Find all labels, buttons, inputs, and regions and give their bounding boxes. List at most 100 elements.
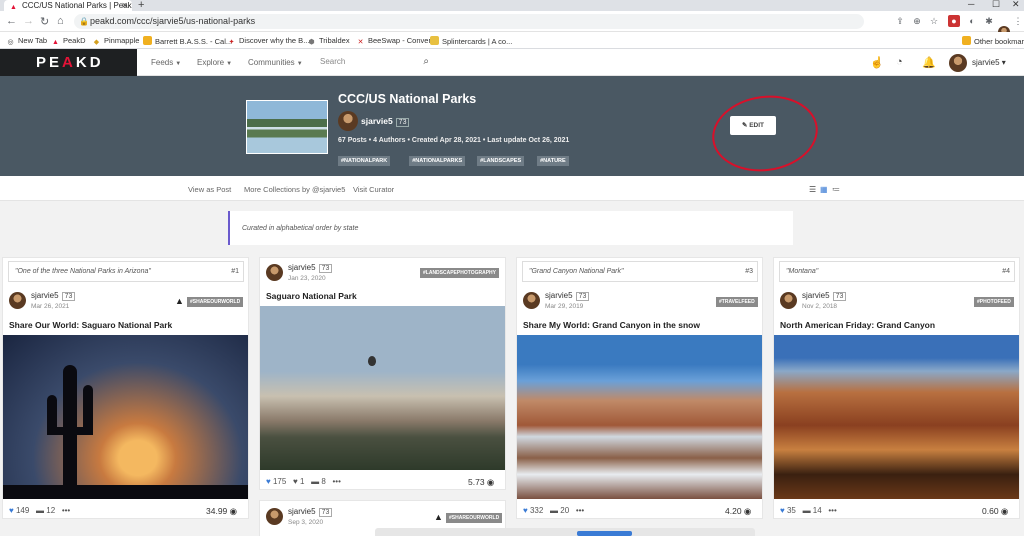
- heart-icon[interactable]: ♥: [9, 506, 14, 515]
- bookmarks-bar: ◎ New Tab ▲ PeakD ◆ Pinmapple Barrett B.A.S…: [0, 32, 1024, 49]
- heart-icon[interactable]: ♥: [266, 477, 271, 486]
- card-image[interactable]: [517, 335, 762, 499]
- card-tag[interactable]: #PHOTOFEED: [974, 297, 1014, 307]
- post-card-2[interactable]: sjarvie5 73 Jan 23, 2020 #LANDSCAPEPHOTOG…: [259, 257, 506, 490]
- card-author-avatar[interactable]: [9, 292, 26, 309]
- post-card-4[interactable]: "Montana" #4 sjarvie5 73 Nov 2, 2018 #PHOT…: [773, 257, 1020, 519]
- more-icon[interactable]: •••: [62, 506, 70, 515]
- bell-icon[interactable]: 🔔: [922, 56, 936, 69]
- card-stats: ♥ 332 ▬ 20 •••: [523, 506, 585, 515]
- nav-explore[interactable]: Explore ▼: [197, 58, 232, 67]
- card-date: Mar 26, 2021: [31, 303, 70, 310]
- card-tag[interactable]: #TRAVELFEED: [716, 297, 758, 307]
- maximize-icon[interactable]: ☐: [992, 0, 1000, 10]
- pointer-hand-icon: ☝: [870, 57, 884, 69]
- card-date: Jan 23, 2020: [288, 275, 326, 282]
- reload-icon[interactable]: ↻: [40, 15, 49, 28]
- tag-nationalpark[interactable]: #NATIONALPARK: [338, 156, 391, 166]
- comment-icon[interactable]: ▬: [36, 506, 44, 515]
- card-stats: ♥ 175 ♥ 1 ▬ 8 •••: [266, 477, 341, 486]
- bookmark-peakd[interactable]: ▲ PeakD: [51, 36, 85, 47]
- bookmark-splintercards[interactable]: Splintercards | A co...: [430, 36, 512, 46]
- close-window-icon[interactable]: ✕: [1012, 0, 1020, 10]
- pagination-indicator[interactable]: [577, 531, 632, 536]
- card-author[interactable]: sjarvie5 73: [288, 507, 333, 517]
- new-tab-button[interactable]: +: [138, 0, 144, 11]
- card-author-avatar[interactable]: [266, 508, 283, 525]
- more-icon[interactable]: •••: [576, 506, 584, 515]
- card-title[interactable]: Share Our World: Saguaro National Park: [9, 320, 172, 330]
- comment-icon[interactable]: ▬: [311, 477, 319, 486]
- comment-icon[interactable]: ▬: [550, 506, 558, 515]
- close-tab-icon[interactable]: ✕: [121, 0, 128, 11]
- heart-icon[interactable]: ♥: [780, 506, 785, 515]
- bookmark-discover[interactable]: ✦ Discover why the B...: [227, 36, 310, 47]
- card-image[interactable]: [3, 335, 248, 499]
- post-card-3[interactable]: "Grand Canyon National Park" #3 sjarvie5 7…: [516, 257, 763, 519]
- tag-nature[interactable]: #NATURE: [537, 156, 569, 166]
- view-as-post-link[interactable]: View as Post: [188, 185, 231, 194]
- minimize-icon[interactable]: ─: [968, 0, 974, 9]
- bookmark-barrett[interactable]: Barrett B.A.S.S. - Cal...: [143, 36, 232, 46]
- visit-curator-link[interactable]: Visit Curator: [353, 185, 394, 194]
- zoom-icon[interactable]: ⊕: [911, 15, 923, 27]
- search-input[interactable]: Search ⌕: [316, 52, 431, 72]
- menu-icon[interactable]: ⋮: [1012, 15, 1024, 27]
- grid-view-icon[interactable]: ▦: [820, 185, 828, 194]
- puzzle-icon[interactable]: ✱: [983, 15, 995, 27]
- chat-icon[interactable]: ◔: [896, 56, 903, 68]
- header-username[interactable]: sjarvie5 ▾: [972, 58, 1006, 67]
- comment-icon[interactable]: ▬: [803, 506, 811, 515]
- card-author-avatar[interactable]: [523, 292, 540, 309]
- search-icon[interactable]: ⌕: [423, 52, 429, 72]
- browser-tab-title: CCC/US National Parks | PeakD: [22, 1, 132, 10]
- nav-communities[interactable]: Communities ▼: [248, 58, 303, 67]
- card-title[interactable]: Share My World: Grand Canyon in the snow: [523, 320, 700, 330]
- heart-icon[interactable]: ♥: [523, 506, 528, 515]
- nav-feeds[interactable]: Feeds ▼: [151, 58, 181, 67]
- collection-author-avatar[interactable]: [338, 111, 358, 131]
- card-date: Sep 3, 2020: [288, 519, 324, 526]
- card-tag[interactable]: #SHAREOURWORLD: [187, 297, 244, 307]
- tag-landscapes[interactable]: #LANDSCAPES: [477, 156, 525, 166]
- back-icon[interactable]: ←: [6, 15, 17, 27]
- tag-nationalparks[interactable]: #NATIONALPARKS: [409, 156, 466, 166]
- more-icon[interactable]: •••: [828, 506, 836, 515]
- user-avatar[interactable]: [949, 54, 967, 72]
- extension-red-icon[interactable]: ●: [948, 15, 960, 27]
- bookmark-beeswap[interactable]: ✕ BeeSwap - Convert: [356, 36, 433, 47]
- card-author-avatar[interactable]: [266, 264, 283, 281]
- card-author[interactable]: sjarvie5 73: [545, 291, 590, 301]
- star-icon[interactable]: ☆: [928, 15, 940, 27]
- reputation-badge: 73: [395, 118, 410, 127]
- browser-tab[interactable]: ▲ CCC/US National Parks | PeakD ✕: [4, 0, 132, 11]
- card-title[interactable]: Saguaro National Park: [266, 291, 357, 301]
- collection-author[interactable]: sjarvie5 73: [361, 116, 410, 127]
- bookmark-other[interactable]: Other bookmarks: [962, 36, 1024, 46]
- post-card-1[interactable]: "One of the three National Parks in Ariz…: [2, 257, 249, 519]
- reblog-heart-icon[interactable]: ♥: [293, 477, 298, 486]
- share-icon[interactable]: ⇪: [894, 15, 906, 27]
- more-collections-link[interactable]: More Collections by @sjarvie5: [244, 185, 345, 194]
- url-text: peakd.com/ccc/sjarvie5/us-national-parks: [90, 16, 256, 26]
- card-author-avatar[interactable]: [780, 292, 797, 309]
- card-author[interactable]: sjarvie5 73: [802, 291, 847, 301]
- compact-view-icon[interactable]: ≔: [832, 185, 840, 194]
- bookmark-tribaldex[interactable]: ⬢ Tribaldex: [307, 36, 349, 47]
- card-author[interactable]: sjarvie5 73: [288, 263, 333, 273]
- peakd-logo[interactable]: PEAKD: [0, 49, 137, 76]
- card-title[interactable]: North American Friday: Grand Canyon: [780, 320, 935, 330]
- bookmark-pinmapple[interactable]: ◆ Pinmapple: [92, 36, 140, 47]
- home-icon[interactable]: ⌂: [57, 15, 64, 27]
- card-image[interactable]: [774, 335, 1019, 499]
- card-image[interactable]: [260, 306, 505, 470]
- card-author[interactable]: sjarvie5 73: [31, 291, 76, 301]
- list-view-icon[interactable]: ☰: [809, 185, 816, 194]
- forward-icon[interactable]: →: [23, 15, 34, 27]
- extension-icon[interactable]: ◐: [966, 15, 978, 27]
- card-tag[interactable]: #LANDSCAPEPHOTOGRAPHY: [420, 268, 499, 278]
- more-icon[interactable]: •••: [332, 477, 340, 486]
- card-tag[interactable]: #SHAREOURWORLD: [446, 513, 503, 523]
- bookmark-new-tab[interactable]: ◎ New Tab: [6, 36, 47, 47]
- url-input[interactable]: 🔒 peakd.com/ccc/sjarvie5/us-national-par…: [74, 14, 864, 29]
